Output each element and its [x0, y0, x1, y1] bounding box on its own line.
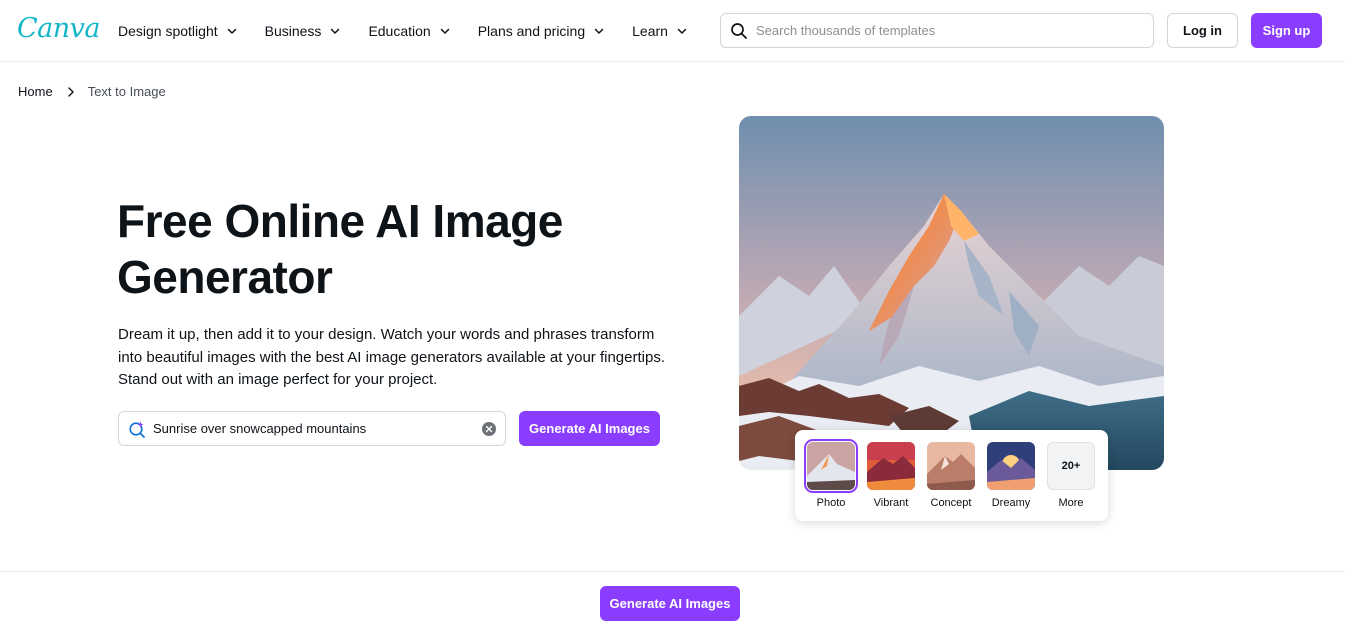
- style-option-photo[interactable]: Photo: [804, 439, 858, 509]
- more-styles-count: 20+: [1047, 442, 1095, 490]
- bottom-generate-ai-images-button[interactable]: Generate AI Images: [600, 586, 740, 621]
- chevron-right-icon: [67, 86, 74, 97]
- nav-item-label: Education: [368, 23, 431, 39]
- style-option-more[interactable]: 20+ More: [1045, 442, 1097, 509]
- close-icon: [485, 425, 493, 433]
- sticky-bottom-bar: Generate AI Images: [0, 571, 1345, 630]
- signup-button[interactable]: Sign up: [1251, 13, 1322, 48]
- page-title: Free Online AI Image Generator: [117, 195, 563, 303]
- chevron-down-icon: [594, 28, 604, 34]
- style-label: Photo: [816, 497, 846, 509]
- mountain-illustration: [739, 116, 1164, 470]
- prompt-field[interactable]: [118, 411, 506, 446]
- breadcrumb-home-link[interactable]: Home: [18, 84, 53, 99]
- breadcrumb: Home Text to Image: [18, 84, 166, 99]
- template-search[interactable]: [720, 13, 1154, 48]
- style-option-dreamy[interactable]: Dreamy: [985, 442, 1037, 509]
- prompt-input[interactable]: [153, 421, 473, 436]
- style-picker: Photo Vibrant Concept Dreamy 20+ More: [795, 430, 1108, 521]
- nav-item-label: Plans and pricing: [477, 23, 586, 39]
- chevron-down-icon: [331, 28, 340, 34]
- chevron-down-icon: [677, 28, 687, 34]
- nav-item-education[interactable]: Education: [368, 23, 449, 39]
- nav-item-learn[interactable]: Learn: [632, 23, 687, 39]
- nav-item-label: Business: [264, 23, 322, 39]
- nav-item-plans-and-pricing[interactable]: Plans and pricing: [478, 23, 604, 39]
- ai-sparkle-search-icon: [129, 421, 145, 438]
- nav-item-business[interactable]: Business: [265, 23, 341, 39]
- nav-item-design-spotlight[interactable]: Design spotlight: [118, 23, 237, 39]
- search-icon: [731, 22, 747, 39]
- main-nav: Design spotlight Business Education Plan…: [118, 0, 715, 62]
- style-thumb: [927, 442, 975, 490]
- chevron-down-icon: [440, 28, 449, 34]
- style-thumb: [804, 439, 858, 493]
- breadcrumb-current: Text to Image: [87, 84, 166, 99]
- search-input[interactable]: [756, 23, 1136, 38]
- nav-item-label: Learn: [632, 23, 668, 39]
- style-option-concept[interactable]: Concept: [925, 442, 977, 509]
- hero-mountain-image: [739, 116, 1164, 470]
- style-thumb: [867, 442, 915, 490]
- top-header: Canva Design spotlight Business Educatio…: [0, 0, 1345, 62]
- chevron-down-icon: [227, 28, 236, 34]
- style-thumb: [987, 442, 1035, 490]
- login-button[interactable]: Log in: [1167, 13, 1238, 48]
- style-option-vibrant[interactable]: Vibrant: [865, 442, 917, 509]
- clear-prompt-icon[interactable]: [482, 422, 496, 436]
- generate-ai-images-button[interactable]: Generate AI Images: [519, 411, 660, 446]
- style-label: More: [1058, 497, 1084, 509]
- canva-logo[interactable]: Canva: [17, 13, 101, 44]
- style-label: Vibrant: [873, 497, 909, 509]
- style-label: Dreamy: [991, 497, 1031, 509]
- style-label: Concept: [930, 497, 972, 509]
- hero-description: Dream it up, then add it to your design.…: [118, 326, 665, 388]
- nav-item-label: Design spotlight: [118, 23, 218, 39]
